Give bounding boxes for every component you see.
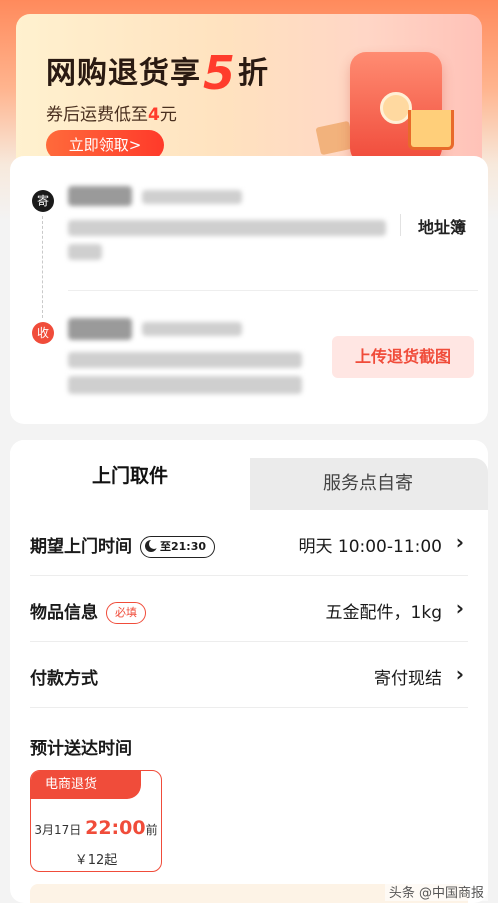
divider <box>68 290 478 291</box>
banner-sub-unit: 元 <box>159 105 177 125</box>
banner-discount-number: 5 <box>203 46 237 100</box>
address-card: 寄 地址簿 收 上传退货截图 <box>10 156 488 424</box>
eta-suffix: 前 <box>145 823 158 837</box>
item-info-label: 物品信息 必填 <box>30 598 146 624</box>
item-info-label-text: 物品信息 <box>30 603 98 623</box>
watermark: 头条 @中国商报 <box>384 882 488 901</box>
tab-door-pickup[interactable]: 上门取件 <box>10 440 250 510</box>
banner-sub-text: 券后运费低至 <box>46 105 148 125</box>
sender-name-blurred[interactable] <box>68 186 132 206</box>
eta-price: ￥12起 <box>74 853 118 868</box>
required-badge: 必填 <box>106 602 146 624</box>
pickup-time-label: 期望上门时间 至21:30 <box>30 532 216 558</box>
sender-address-line2-blurred[interactable] <box>68 244 102 260</box>
tab-self-drop-off[interactable]: 服务点自寄 <box>248 458 488 510</box>
eta-clock: 22:00 <box>85 817 146 839</box>
banner-sub-amount: 4 <box>148 105 160 125</box>
pickup-time-value: 明天 10:00-11:00 <box>298 537 442 557</box>
shopping-cart-icon <box>408 110 454 150</box>
payment-method-label: 付款方式 <box>30 669 98 689</box>
eta-title: 预计送达时间 <box>30 739 132 759</box>
pickup-deadline-pill: 至21:30 <box>140 536 216 558</box>
address-book-button[interactable]: 地址簿 <box>418 214 466 238</box>
item-info-row[interactable]: 物品信息 必填 五金配件，1kg › <box>30 576 468 642</box>
receiver-phone-blurred[interactable] <box>142 322 242 336</box>
sender-phone-blurred[interactable] <box>142 190 242 204</box>
route-dashed-line <box>42 216 43 318</box>
eta-time: 3月17日 22:00前 <box>31 817 161 839</box>
banner-subtitle: 券后运费低至4元 <box>46 100 177 125</box>
eta-card-header: 电商退货 <box>31 771 141 799</box>
promo-banner[interactable]: 网购退货享5折 券后运费低至4元 立即领取> <box>16 14 482 179</box>
pickup-deadline-text: 至21:30 <box>160 540 207 553</box>
payment-method-row[interactable]: 付款方式 寄付现结 › <box>30 642 468 708</box>
banner-title: 网购退货享5折 <box>46 46 269 100</box>
receiver-badge: 收 <box>32 322 54 344</box>
receiver-name-blurred[interactable] <box>68 318 132 340</box>
moon-icon <box>145 539 159 552</box>
eta-option-card[interactable]: 电商退货 3月17日 22:00前 ￥12起 <box>30 770 162 872</box>
banner-title-text: 网购退货享 <box>46 56 201 91</box>
pickup-time-label-text: 期望上门时间 <box>30 537 132 557</box>
receiver-address-blurred[interactable] <box>68 352 302 368</box>
chevron-right-icon: › <box>455 530 464 554</box>
banner-title-suffix: 折 <box>238 56 270 91</box>
pickup-time-row[interactable]: 期望上门时间 至21:30 明天 10:00-11:00 › <box>30 510 468 576</box>
receiver-address-line2-blurred[interactable] <box>68 376 302 394</box>
eta-date: 3月17日 <box>34 823 82 837</box>
sender-address-blurred[interactable] <box>68 220 386 236</box>
chevron-right-icon: › <box>455 662 464 686</box>
parcel-icon <box>315 120 355 156</box>
upload-return-screenshot-button[interactable]: 上传退货截图 <box>332 336 474 378</box>
divider <box>400 214 401 236</box>
item-info-value: 五金配件，1kg <box>325 603 442 623</box>
payment-method-value: 寄付现结 <box>374 669 442 689</box>
chevron-right-icon: › <box>455 596 464 620</box>
sender-badge: 寄 <box>32 190 54 212</box>
